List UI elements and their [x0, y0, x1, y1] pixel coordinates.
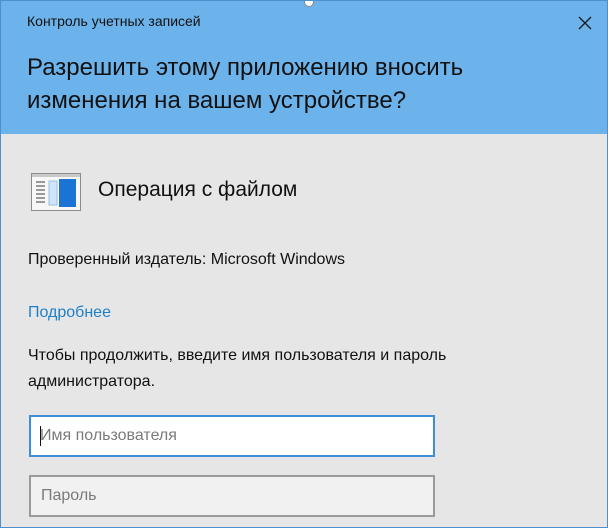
- credentials-instruction: Чтобы продолжить, введите имя пользовате…: [28, 347, 447, 390]
- elevation-question: Разрешить этому приложению вносить измен…: [27, 54, 464, 114]
- close-button[interactable]: [571, 9, 599, 37]
- dialog-header: Контроль учетных записей Разрешить этому…: [1, 1, 607, 134]
- username-input[interactable]: [29, 415, 435, 457]
- uac-dialog: Контроль учетных записей Разрешить этому…: [0, 0, 608, 528]
- details-link[interactable]: Подробнее: [28, 304, 111, 322]
- window-title: Контроль учетных записей: [27, 13, 201, 29]
- publisher-label: Проверенный издатель: Microsoft Windows: [28, 251, 345, 268]
- close-icon: [578, 16, 592, 30]
- app-name: Операция с файлом: [98, 178, 298, 201]
- resize-handle: [304, 1, 314, 7]
- text-caret: [40, 426, 41, 446]
- file-operation-icon: [31, 173, 81, 211]
- password-input[interactable]: [29, 475, 435, 517]
